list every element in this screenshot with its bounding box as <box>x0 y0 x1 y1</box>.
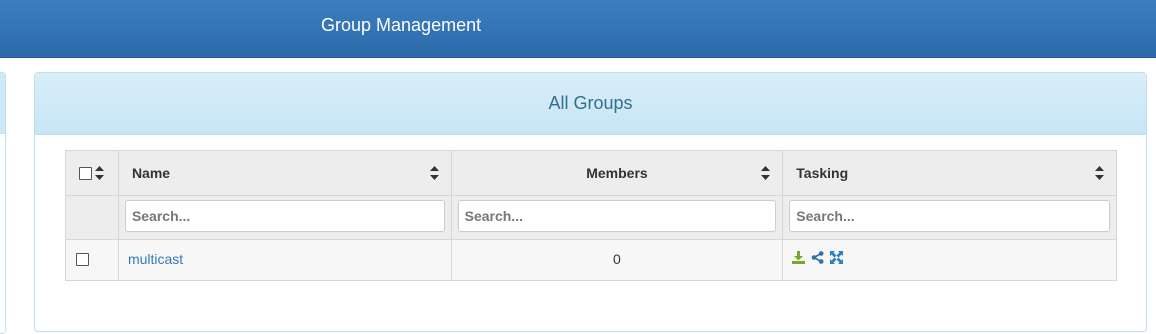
top-header-bar: Group Management <box>0 0 1156 58</box>
sort-icon[interactable] <box>429 166 439 180</box>
search-cell-members <box>450 195 784 240</box>
search-cell-name <box>117 195 452 240</box>
row-checkbox[interactable] <box>76 253 89 266</box>
column-label-tasking: Tasking <box>796 165 849 181</box>
name-cell: multicast <box>117 239 452 281</box>
sidebar-panel-header-edge <box>0 73 5 134</box>
search-input-tasking[interactable] <box>789 200 1110 232</box>
members-count: 0 <box>613 251 621 267</box>
search-filter-row <box>65 195 1117 240</box>
search-input-members[interactable] <box>457 200 777 232</box>
select-all-header[interactable] <box>65 150 119 196</box>
expand-icon[interactable] <box>830 251 844 264</box>
sort-icon[interactable] <box>95 166 104 180</box>
sort-icon[interactable] <box>761 166 771 180</box>
row-select-cell <box>65 239 119 281</box>
column-label-name: Name <box>131 165 171 181</box>
all-groups-panel: All Groups Name Members Tasking Search..… <box>34 72 1147 332</box>
download-icon[interactable] <box>792 251 806 264</box>
group-name-link[interactable]: multicast <box>128 251 183 267</box>
members-cell: 0 <box>450 239 784 281</box>
tasking-actions <box>792 251 845 265</box>
column-header-tasking[interactable]: Tasking <box>782 150 1117 196</box>
page-title: Group Management <box>321 15 482 35</box>
groups-table: Name Members Tasking Search... Search...… <box>65 150 1117 281</box>
tasking-cell <box>782 239 1117 281</box>
share-icon[interactable] <box>811 251 824 264</box>
select-all-checkbox[interactable] <box>79 167 92 180</box>
sort-icon[interactable] <box>1095 166 1104 180</box>
table-row: multicast 0 <box>65 239 1117 281</box>
table-header-row: Name Members Tasking <box>65 150 1117 196</box>
sidebar-panel-edge <box>0 72 6 334</box>
search-input-name[interactable] <box>124 200 445 232</box>
search-cell-tasking <box>782 195 1117 240</box>
column-label-members: Members <box>586 165 648 181</box>
panel-title: All Groups <box>35 73 1146 135</box>
column-header-name[interactable]: Name <box>117 150 452 196</box>
search-cell-empty <box>65 195 119 240</box>
column-header-members[interactable]: Members <box>450 150 784 196</box>
